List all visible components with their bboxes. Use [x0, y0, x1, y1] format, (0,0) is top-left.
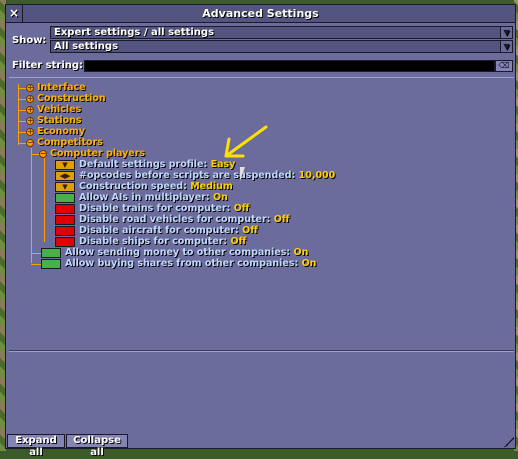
mouse-cursor-icon	[240, 167, 245, 181]
annotation-arrow-icon	[224, 125, 268, 158]
